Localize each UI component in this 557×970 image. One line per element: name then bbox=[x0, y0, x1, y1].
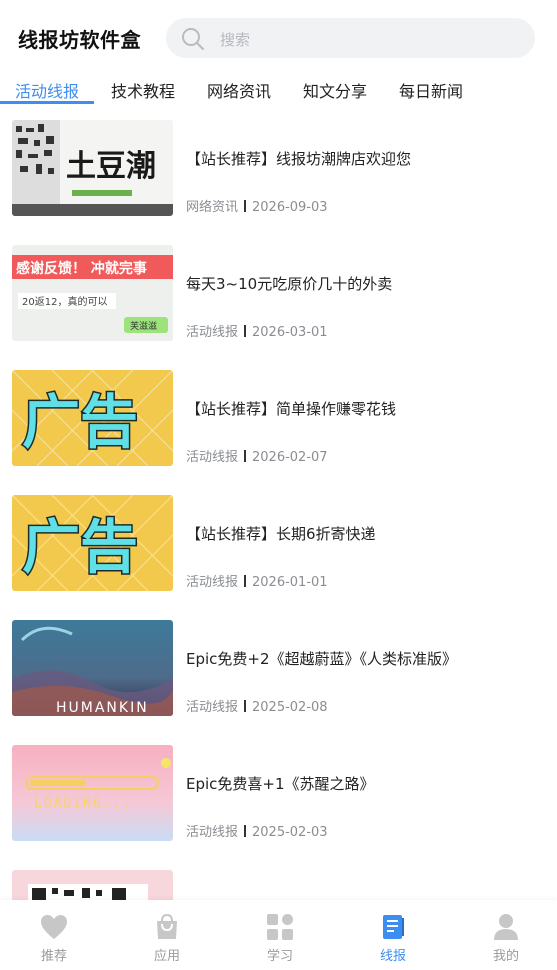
article-date: 2025-02-08 bbox=[252, 700, 328, 715]
search-input[interactable]: 搜索 bbox=[220, 29, 250, 50]
list-item[interactable]: 感谢反馈！ 冲就完事 20返12，真的可以 芙滋滋 每天3~10元吃原价几十的外… bbox=[0, 235, 557, 360]
nav-label: 线报 bbox=[379, 949, 406, 964]
article-thumbnail: 广告 bbox=[12, 370, 173, 466]
article-thumbnail bbox=[12, 870, 173, 900]
nav-label: 学习 bbox=[266, 949, 293, 964]
search-icon bbox=[182, 28, 204, 50]
nav-deals[interactable]: 线报 bbox=[353, 910, 433, 966]
article-thumbnail: 土豆潮 bbox=[12, 120, 173, 216]
article-title[interactable]: 每天3~10元吃原价几十的外卖 bbox=[186, 273, 392, 294]
nav-profile[interactable]: 我的 bbox=[466, 910, 546, 966]
article-meta: 活动线报 2026-02-07 bbox=[186, 446, 328, 465]
thumb-brand-text: 土豆潮 bbox=[66, 149, 156, 184]
article-category: 活动线报 bbox=[186, 325, 239, 340]
article-meta: 网络资讯 2026-09-03 bbox=[186, 196, 328, 215]
list-item[interactable]: LOADING... Epic免费喜+1《苏醒之路》 活动线报 2025-02-0… bbox=[0, 735, 557, 860]
article-meta: 活动线报 2026-03-01 bbox=[186, 321, 328, 340]
nav-label: 应用 bbox=[153, 949, 180, 964]
article-title[interactable]: 【站长推荐】长期6折寄快递 bbox=[186, 523, 376, 544]
article-thumbnail: HUMANKIN bbox=[12, 620, 173, 716]
tab-daily-news[interactable]: 每日新闻 bbox=[399, 78, 463, 102]
article-date: 2026-03-01 bbox=[252, 325, 328, 340]
bag-icon bbox=[157, 913, 177, 939]
list-item[interactable]: 土豆潮 【站长推荐】线报坊潮牌店欢迎您 网络资讯 2026-09-03 bbox=[0, 110, 557, 235]
article-thumbnail: 感谢反馈！ 冲就完事 20返12，真的可以 芙滋滋 bbox=[12, 245, 173, 341]
article-title[interactable]: 【站长推荐】简单操作赚零花钱 bbox=[186, 398, 396, 419]
article-category: 活动线报 bbox=[186, 825, 239, 840]
search-bar[interactable]: 搜索 bbox=[166, 18, 535, 58]
article-list[interactable]: 土豆潮 【站长推荐】线报坊潮牌店欢迎您 网络资讯 2026-09-03 感谢反馈！… bbox=[0, 110, 557, 900]
heart-icon bbox=[41, 915, 67, 939]
grid-icon bbox=[267, 914, 293, 940]
category-tabs: 活动线报 技术教程 网络资讯 知文分享 每日新闻 bbox=[0, 72, 557, 106]
tab-tech-tutorials[interactable]: 技术教程 bbox=[111, 78, 175, 102]
article-date: 2026-09-03 bbox=[252, 200, 328, 215]
article-meta: 活动线报 2026-01-01 bbox=[186, 571, 328, 590]
tab-activity-deals[interactable]: 活动线报 bbox=[15, 78, 79, 102]
nav-apps[interactable]: 应用 bbox=[127, 910, 207, 966]
app-title: 线报坊软件盒 bbox=[18, 28, 141, 52]
article-date: 2026-01-01 bbox=[252, 575, 328, 590]
article-title[interactable]: Epic免费喜+1《苏醒之路》 bbox=[186, 773, 375, 794]
list-item[interactable]: 广告 【站长推荐】长期6折寄快递 活动线报 2026-01-01 bbox=[0, 485, 557, 610]
app-header: 线报坊软件盒 搜索 bbox=[0, 0, 557, 72]
thumb-sub-text: 20返12，真的可以 bbox=[22, 295, 107, 308]
thumb-ad-text: 广告 bbox=[22, 513, 138, 581]
nav-recommend[interactable]: 推荐 bbox=[14, 910, 94, 966]
article-category: 网络资讯 bbox=[186, 200, 239, 215]
article-meta: 活动线报 2025-02-03 bbox=[186, 821, 328, 840]
bottom-navigation: 推荐 应用 学习 线报 我的 bbox=[0, 900, 557, 970]
nav-label: 我的 bbox=[492, 949, 519, 964]
user-icon bbox=[494, 914, 518, 940]
nav-label: 推荐 bbox=[40, 949, 67, 964]
list-item[interactable] bbox=[0, 860, 557, 900]
article-date: 2026-02-07 bbox=[252, 450, 328, 465]
active-tab-indicator bbox=[0, 101, 94, 104]
tab-knowledge-share[interactable]: 知文分享 bbox=[303, 78, 367, 102]
article-category: 活动线报 bbox=[186, 450, 239, 465]
article-category: 活动线报 bbox=[186, 575, 239, 590]
article-thumbnail: LOADING... bbox=[12, 745, 173, 841]
article-category: 活动线报 bbox=[186, 700, 239, 715]
document-icon bbox=[383, 915, 404, 939]
article-date: 2025-02-03 bbox=[252, 825, 328, 840]
article-meta: 活动线报 2025-02-08 bbox=[186, 696, 328, 715]
thumb-ad-text: 广告 bbox=[22, 388, 138, 456]
list-item[interactable]: 广告 【站长推荐】简单操作赚零花钱 活动线报 2026-02-07 bbox=[0, 360, 557, 485]
article-title[interactable]: 【站长推荐】线报坊潮牌店欢迎您 bbox=[186, 148, 411, 169]
article-thumbnail: 广告 bbox=[12, 495, 173, 591]
list-item[interactable]: HUMANKIN Epic免费+2《超越蔚蓝》《人类标准版》 活动线报 2025-… bbox=[0, 610, 557, 735]
article-title[interactable]: Epic免费+2《超越蔚蓝》《人类标准版》 bbox=[186, 648, 457, 669]
thumb-tag-text: 芙滋滋 bbox=[130, 320, 157, 332]
thumb-banner-text: 感谢反馈！ 冲就完事 bbox=[16, 260, 147, 277]
tab-web-news[interactable]: 网络资讯 bbox=[207, 78, 271, 102]
thumb-loading-text: LOADING... bbox=[34, 796, 132, 811]
nav-learn[interactable]: 学习 bbox=[240, 910, 320, 966]
thumb-game-text: HUMANKIN bbox=[56, 700, 149, 716]
